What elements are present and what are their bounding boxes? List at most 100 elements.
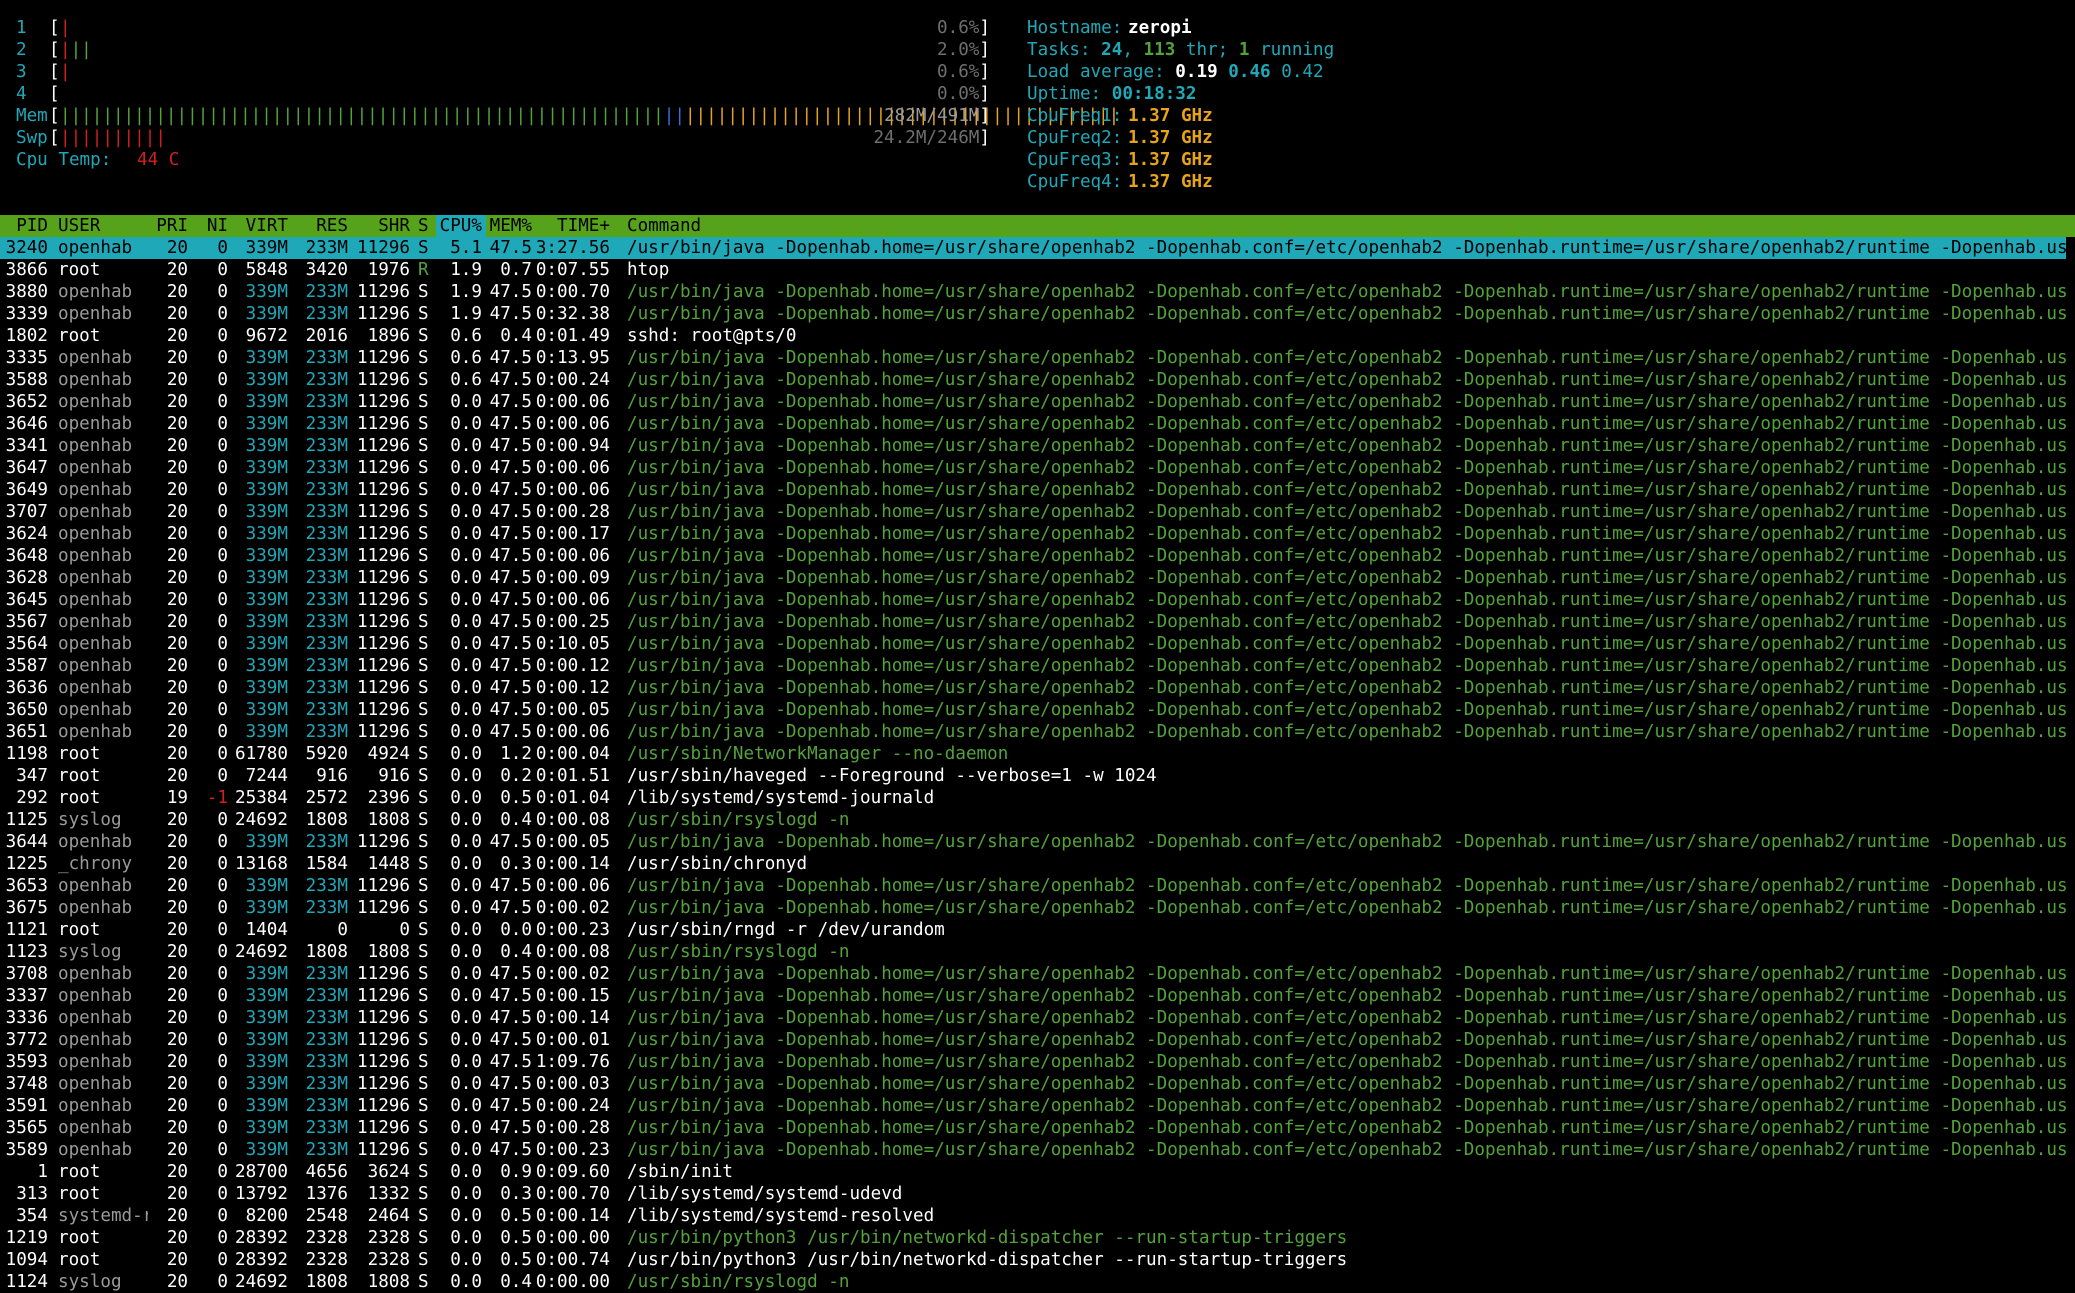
table-row[interactable]: 3565 openhab 20 0 339M 233M 11296 S 0.0 47.5 0:00.… [0,1117,2075,1139]
cell-shr: 2328 [367,1228,410,1248]
table-row[interactable]: 3240 openhab 20 0 339M 233M 11296 S 5.1 47.5 3:27.… [0,237,2075,259]
table-row[interactable]: 3587 openhab 20 0 339M 233M 11296 S 0.0 47.5 0:00.… [0,655,2075,677]
col-pri[interactable]: PRI [150,215,188,237]
table-row[interactable]: 3649 openhab 20 0 339M 233M 11296 S 0.0 47.5 0:00.… [0,479,2075,501]
table-row[interactable]: 3645 openhab 20 0 339M 233M 11296 S 0.0 47.5 0:00.… [0,589,2075,611]
table-row[interactable]: 1124 syslog 20 0 24692 1808 1808 S 0.0 0.4 0:00.00… [0,1271,2075,1293]
table-row[interactable]: 3636 openhab 20 0 339M 233M 11296 S 0.0 47.5 0:00.… [0,677,2075,699]
table-row[interactable]: 292 root 19 -1 25384 2572 2396 S 0.0 0.5 0:01.04/l… [0,787,2075,809]
table-row[interactable]: 3588 openhab 20 0 339M 233M 11296 S 0.6 47.5 0:00.… [0,369,2075,391]
cell-cpu: 1.9 [450,260,482,280]
table-row[interactable]: 313 root 20 0 13792 1376 1332 S 0.0 0.3 0:00.70/li… [0,1183,2075,1205]
cell-pid: 3591 [5,1096,48,1116]
table-row[interactable]: 3593 openhab 20 0 339M 233M 11296 S 0.0 47.5 1:09.… [0,1051,2075,1073]
cell-shr: 11296 [357,546,410,566]
col-s[interactable]: S [418,215,429,237]
cpu-meter-pct: 0.6% [937,62,980,82]
cell-pri: 20 [166,920,188,940]
cell-command: /usr/bin/java -Dopenhab.home=/usr/share/… [627,414,2067,434]
col-user[interactable]: USER [58,215,100,237]
table-row[interactable]: 3336 openhab 20 0 339M 233M 11296 S 0.0 47.5 0:00.… [0,1007,2075,1029]
col-res[interactable]: RES [290,215,348,237]
cell-command: /usr/bin/java -Dopenhab.home=/usr/share/… [627,898,2067,918]
cell-pri: 20 [166,1250,188,1270]
table-row[interactable]: 1225 _chrony 20 0 13168 1584 1448 S 0.0 0.3 0:00.1… [0,853,2075,875]
table-row[interactable]: 3564 openhab 20 0 339M 233M 11296 S 0.0 47.5 0:10.… [0,633,2075,655]
cpu-temp-meter: Cpu Temp: 44 C [16,150,180,170]
table-row[interactable]: 3653 openhab 20 0 339M 233M 11296 S 0.0 47.5 0:00.… [0,875,2075,897]
table-row[interactable]: 1094 root 20 0 28392 2328 2328 S 0.0 0.5 0:00.74/u… [0,1249,2075,1271]
table-row[interactable]: 3675 openhab 20 0 339M 233M 11296 S 0.0 47.5 0:00.… [0,897,2075,919]
cell-user: openhab [58,678,133,698]
table-row[interactable]: 1121 root 20 0 1404 0 0 S 0.0 0.0 0:00.23/usr/sbin… [0,919,2075,941]
cell-cpu: 0.0 [450,942,482,962]
table-row[interactable]: 3335 openhab 20 0 339M 233M 11296 S 0.6 47.5 0:13.… [0,347,2075,369]
col-mem[interactable]: MEM% [482,215,532,237]
cell-res: 233M [305,832,348,852]
cell-ni: 0 [217,876,228,896]
cell-time: 0:00.25 [535,612,610,632]
col-ni[interactable]: NI [198,215,228,237]
table-row[interactable]: 3339 openhab 20 0 339M 233M 11296 S 1.9 47.5 0:32.… [0,303,2075,325]
table-row[interactable]: 3628 openhab 20 0 339M 233M 11296 S 0.0 47.5 0:00.… [0,567,2075,589]
table-row[interactable]: 347 root 20 0 7244 916 916 S 0.0 0.2 0:01.51/usr/s… [0,765,2075,787]
table-row[interactable]: 3624 openhab 20 0 339M 233M 11296 S 0.0 47.5 0:00.… [0,523,2075,545]
table-row[interactable]: 3648 openhab 20 0 339M 233M 11296 S 0.0 47.5 0:00.… [0,545,2075,567]
cell-pid: 1094 [5,1250,48,1270]
cell-cpu: 0.0 [450,700,482,720]
table-row[interactable]: 1198 root 20 0 61780 5920 4924 S 0.0 1.2 0:00.04/u… [0,743,2075,765]
table-row[interactable]: 3651 openhab 20 0 339M 233M 11296 S 0.0 47.5 0:00.… [0,721,2075,743]
table-row[interactable]: 354 systemd-r 20 0 8200 2548 2464 S 0.0 0.5 0:00.1… [0,1205,2075,1227]
table-row[interactable]: 3589 openhab 20 0 339M 233M 11296 S 0.0 47.5 0:00.… [0,1139,2075,1161]
table-row[interactable]: 1123 syslog 20 0 24692 1808 1808 S 0.0 0.4 0:00.08… [0,941,2075,963]
cell-cpu: 0.0 [450,414,482,434]
col-cpu[interactable]: CPU% [432,215,482,237]
table-row[interactable]: 1802 root 20 0 9672 2016 1896 S 0.6 0.4 0:01.49 ssh… [0,325,2075,347]
table-row[interactable]: 3866 root 20 0 5848 3420 1976 R 1.9 0.7 0:07.55 hto… [0,259,2075,281]
table-row[interactable]: 3652 openhab 20 0 339M 233M 11296 S 0.0 47.5 0:00.… [0,391,2075,413]
table-row[interactable]: 3748 openhab 20 0 339M 233M 11296 S 0.0 47.5 0:00.… [0,1073,2075,1095]
cell-res: 233M [305,1096,348,1116]
cell-pri: 20 [166,546,188,566]
cell-mem: 47.5 [489,1140,532,1160]
cell-res: 2016 [305,326,348,346]
table-row[interactable]: 3341 openhab 20 0 339M 233M 11296 S 0.0 47.5 0:00.… [0,435,2075,457]
table-row[interactable]: 3647 openhab 20 0 339M 233M 11296 S 0.0 47.5 0:00.… [0,457,2075,479]
table-row[interactable]: 3337 openhab 20 0 339M 233M 11296 S 0.0 47.5 0:00.… [0,985,2075,1007]
table-row[interactable]: 3880 openhab 20 0 339M 233M 11296 S 1.9 47.5 0:00.… [0,281,2075,303]
cell-command: /usr/bin/java -Dopenhab.home=/usr/share/… [627,832,2067,852]
cell-state: S [418,964,429,984]
table-row[interactable]: 3591 openhab 20 0 339M 233M 11296 S 0.0 47.5 0:00.… [0,1095,2075,1117]
col-time[interactable]: TIME+ [530,215,610,237]
cell-mem: 47.5 [489,304,532,324]
table-row[interactable]: 1 root 20 0 28700 4656 3624 S 0.0 0.9 0:09.60/sbin… [0,1161,2075,1183]
cell-user: root [58,1162,101,1182]
cell-command: /usr/bin/java -Dopenhab.home=/usr/share/… [627,722,2067,742]
cell-user: openhab [58,986,133,1006]
col-command[interactable]: Command [627,215,701,237]
cell-pid: 3593 [5,1052,48,1072]
table-row[interactable]: 1219 root 20 0 28392 2328 2328 S 0.0 0.5 0:00.00/u… [0,1227,2075,1249]
cell-state: S [418,1272,429,1292]
cell-user: openhab [58,1030,133,1050]
cell-time: 0:00.06 [535,546,610,566]
table-row[interactable]: 3772 openhab 20 0 339M 233M 11296 S 0.0 47.5 0:00.… [0,1029,2075,1051]
cell-pri: 20 [166,766,188,786]
table-row[interactable]: 3567 openhab 20 0 339M 233M 11296 S 0.0 47.5 0:00.… [0,611,2075,633]
col-virt[interactable]: VIRT [230,215,288,237]
table-row[interactable]: 3644 openhab 20 0 339M 233M 11296 S 0.0 47.5 0:00.… [0,831,2075,853]
table-row[interactable]: 3708 openhab 20 0 339M 233M 11296 S 0.0 47.5 0:00.… [0,963,2075,985]
col-pid[interactable]: PID [0,215,48,237]
cell-command: /usr/bin/java -Dopenhab.home=/usr/share/… [627,612,2067,632]
table-row[interactable]: 3650 openhab 20 0 339M 233M 11296 S 0.0 47.5 0:00.… [0,699,2075,721]
cell-command: /usr/bin/java -Dopenhab.home=/usr/share/… [627,546,2067,566]
cell-res: 233M [305,1052,348,1072]
cell-res: 233M [305,612,348,632]
cell-user: openhab [58,524,133,544]
cell-ni: 0 [217,282,228,302]
table-row[interactable]: 3707 openhab 20 0 339M 233M 11296 S 0.0 47.5 0:00.… [0,501,2075,523]
col-shr[interactable]: SHR [350,215,410,237]
table-row[interactable]: 1125 syslog 20 0 24692 1808 1808 S 0.0 0.4 0:00.08… [0,809,2075,831]
cell-virt: 7244 [245,766,288,786]
table-row[interactable]: 3646 openhab 20 0 339M 233M 11296 S 0.0 47.5 0:00.… [0,413,2075,435]
